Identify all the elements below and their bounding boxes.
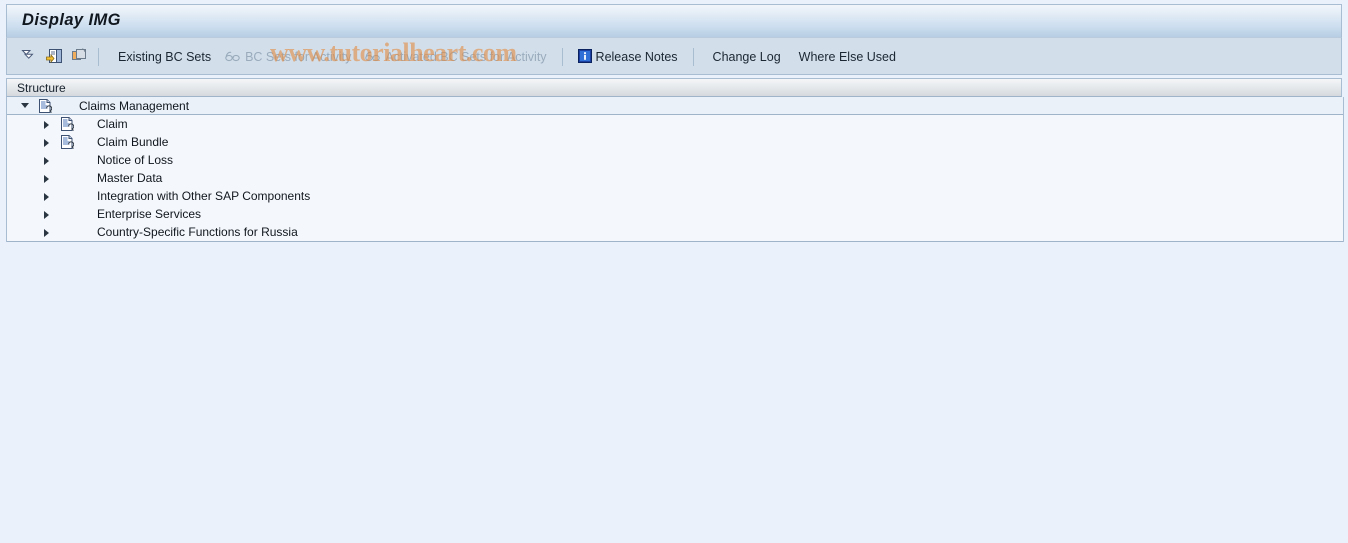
chevron-right-icon[interactable] — [42, 228, 51, 237]
expand-subtree-button[interactable] — [43, 45, 65, 69]
copy-structure-button[interactable] — [68, 45, 90, 69]
tree-row[interactable]: Enterprise Services — [7, 205, 1343, 223]
structure-column-header-label: Structure — [17, 81, 66, 95]
tree-row[interactable]: Claims Management — [7, 97, 1343, 115]
chevron-right-icon[interactable] — [42, 138, 51, 147]
tree-row[interactable]: Claim Bundle — [7, 133, 1343, 151]
existing-bc-sets-button[interactable]: Existing BC Sets — [107, 44, 218, 70]
tree-row[interactable]: Master Data — [7, 169, 1343, 187]
info-icon — [577, 48, 592, 66]
tree-row[interactable]: Claim — [7, 115, 1343, 133]
release-notes-label: Release Notes — [595, 50, 678, 64]
change-log-button[interactable]: Change Log — [702, 44, 788, 70]
existing-bc-sets-label: Existing BC Sets — [118, 50, 212, 64]
tree-row-label: Enterprise Services — [97, 207, 202, 221]
tree-row[interactable]: Notice of Loss — [7, 151, 1343, 169]
tree-row-label: Country-Specific Functions for Russia — [97, 225, 298, 239]
page-title: Display IMG — [22, 11, 121, 29]
copy-structure-icon — [71, 48, 88, 67]
chevron-right-icon[interactable] — [42, 174, 51, 183]
empty-content-area — [6, 247, 1342, 540]
structure-tree: Claims Management Claim Claim Bundle Not… — [6, 97, 1344, 242]
activated-bc-sets-for-activity-button[interactable]: Activated BC Sets for Activity — [358, 44, 553, 70]
tree-row-label: Integration with Other SAP Components — [97, 189, 311, 203]
toolbar-separator — [692, 48, 694, 66]
tree-row[interactable]: Country-Specific Functions for Russia — [7, 223, 1343, 242]
toolbar: Existing BC Sets BC Sets for Activity Ac… — [6, 37, 1342, 75]
tree-row-label: Claim Bundle — [97, 135, 169, 149]
document-icon — [38, 98, 53, 113]
activated-bc-sets-for-activity-label: Activated BC Sets for Activity — [385, 50, 547, 64]
display-img-window: Display IMG Existing BC Sets BC Sets for… — [6, 4, 1344, 540]
chevron-right-icon[interactable] — [42, 192, 51, 201]
bc-sets-for-activity-label: BC Sets for Activity — [245, 50, 352, 64]
document-icon — [60, 117, 75, 131]
tree-row-label: Notice of Loss — [97, 153, 174, 167]
tree-row-label: Claim — [97, 117, 128, 131]
chevron-right-icon[interactable] — [42, 120, 51, 129]
toolbar-separator — [561, 48, 563, 66]
tree-row[interactable]: Integration with Other SAP Components — [7, 187, 1343, 205]
glasses-icon — [225, 50, 241, 65]
title-bar: Display IMG — [6, 4, 1342, 37]
change-log-label: Change Log — [712, 50, 781, 64]
tree-row-label: Claims Management — [79, 98, 190, 113]
glasses-icon — [365, 50, 381, 65]
chevron-down-icon[interactable] — [21, 101, 30, 110]
structure-column-header[interactable]: Structure — [6, 78, 1342, 97]
collapse-all-icon — [20, 48, 38, 66]
expand-subtree-icon — [45, 48, 63, 67]
release-notes-button[interactable]: Release Notes — [571, 44, 685, 70]
document-icon — [60, 135, 75, 149]
chevron-right-icon[interactable] — [42, 210, 51, 219]
where-else-used-button[interactable]: Where Else Used — [788, 44, 903, 70]
where-else-used-label: Where Else Used — [798, 50, 896, 64]
collapse-all-button[interactable] — [18, 45, 40, 69]
chevron-right-icon[interactable] — [42, 156, 51, 165]
toolbar-separator — [98, 48, 99, 66]
tree-row-label: Master Data — [97, 171, 163, 185]
bc-sets-for-activity-button[interactable]: BC Sets for Activity — [218, 44, 358, 70]
